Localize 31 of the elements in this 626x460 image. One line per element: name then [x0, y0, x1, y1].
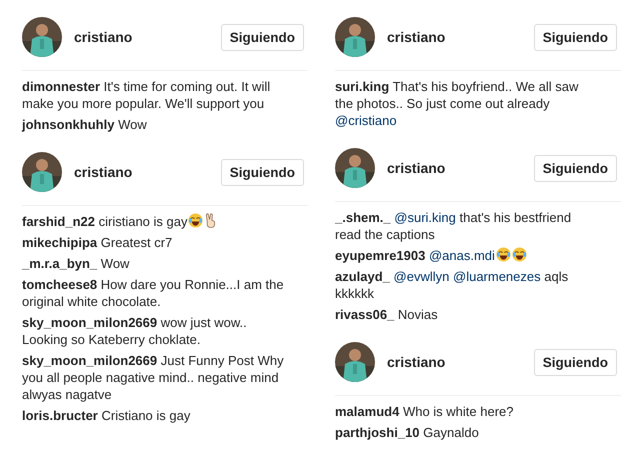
comment: malamud4 Who is white here?: [335, 403, 514, 420]
following-button[interactable]: Siguiendo: [534, 348, 617, 376]
following-button[interactable]: Siguiendo: [220, 158, 304, 186]
following-button[interactable]: Siguiendo: [220, 24, 304, 50]
laughing-emoji-icon: [512, 247, 527, 262]
comment: johnsonkhuhly Wow: [22, 116, 148, 133]
account-name[interactable]: cristiano: [74, 29, 209, 45]
victory-hand-icon: [205, 213, 216, 228]
comment: eyupemre1903 @anas.mdi: [335, 247, 599, 264]
account-name[interactable]: cristiano: [387, 160, 522, 176]
comment: mikechipipa Greatest cr7: [22, 234, 174, 251]
mention-link[interactable]: @suri.king: [394, 210, 456, 225]
mention-link[interactable]: @cristiano: [335, 113, 397, 128]
comment: tomcheese8 How dare you Ronnie...I am the original white chocolate.: [22, 276, 285, 310]
account-name[interactable]: cristiano: [387, 354, 522, 370]
following-button[interactable]: Siguiendo: [534, 24, 617, 50]
comment: parthjoshi_10 Gaynaldo: [335, 424, 480, 441]
laughing-emoji-icon: [188, 213, 204, 228]
comment: rivass06_ Novias: [335, 306, 439, 323]
comment: loris.bructer Cristiano is gay: [22, 407, 192, 424]
following-button[interactable]: Siguiendo: [534, 154, 617, 182]
comment: _m.r.a_byn_ Wow: [22, 255, 130, 272]
comment: sky_moon_milon2669 wow just wow.. Looking so Kateberry choklate.: [22, 314, 248, 348]
comment: suri.king That's his boyfriend.. We all saw the photos.. So just come out already @cristiano: [335, 78, 580, 129]
comment: farshid_n22 ciristiano is gay: [22, 213, 286, 230]
mention-link[interactable]: @anas.mdi: [428, 248, 495, 263]
account-name[interactable]: cristiano: [387, 29, 522, 45]
mention-link[interactable]: @luarmenezes: [453, 269, 541, 284]
laughing-emoji-icon: [496, 247, 511, 262]
mention-link[interactable]: @evwllyn: [394, 269, 450, 284]
account-name[interactable]: cristiano: [74, 164, 209, 180]
